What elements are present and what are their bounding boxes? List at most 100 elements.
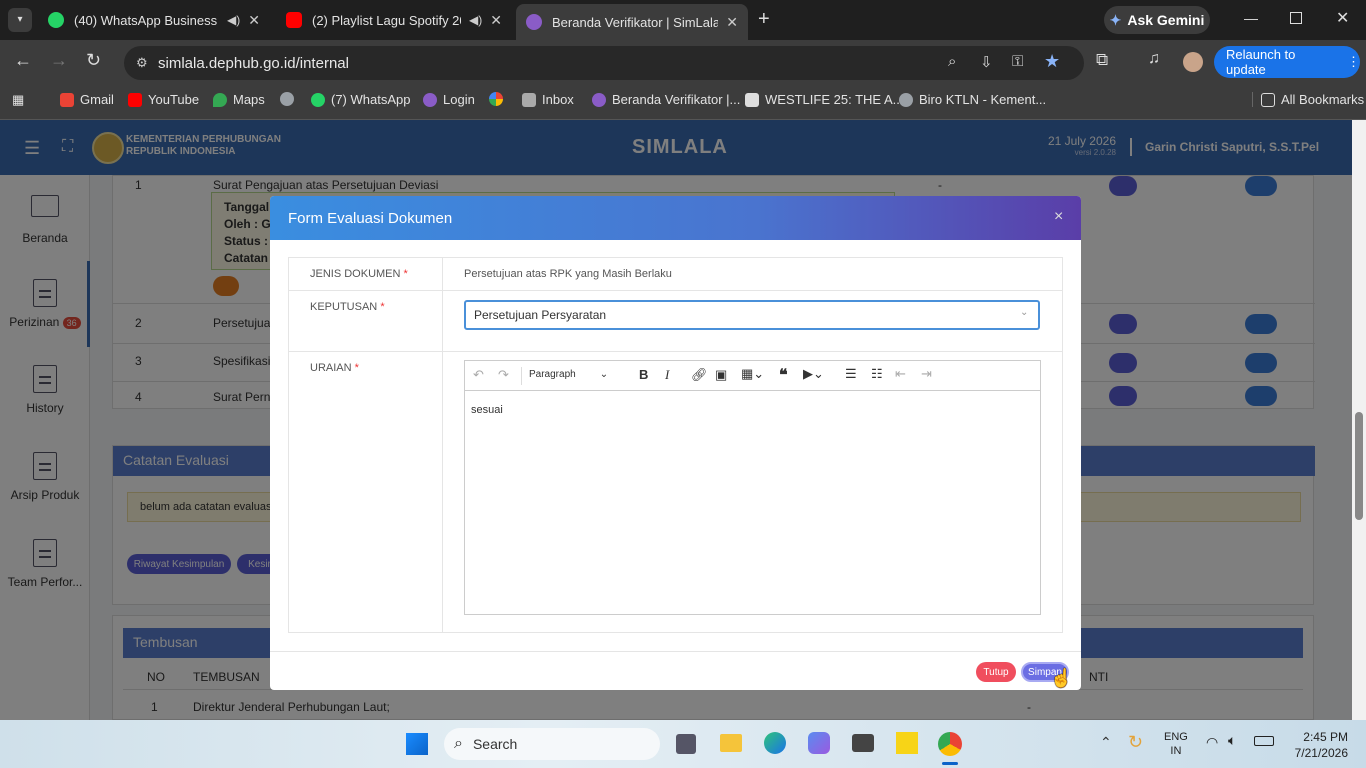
reload-icon[interactable]: ↻ bbox=[86, 50, 101, 71]
bookmark-globe[interactable] bbox=[280, 92, 300, 106]
new-tab-icon[interactable]: + bbox=[758, 8, 770, 31]
tab-label: (2) Playlist Lagu Spotify 202 bbox=[312, 12, 462, 28]
insert-image-icon[interactable]: ▣ bbox=[715, 367, 727, 383]
paragraph-format-dropdown[interactable]: Paragraph ⌄ bbox=[529, 369, 608, 380]
windows-taskbar: ⌕ Search ⌃ ↻ ENG IN ◠ 🔈︎ 2:45 PM 7/21/20… bbox=[0, 720, 1366, 768]
link-icon[interactable]: 🔗︎ bbox=[691, 367, 708, 383]
bookmark-youtube[interactable]: YouTube bbox=[128, 92, 199, 107]
restore-window-icon[interactable] bbox=[1290, 12, 1302, 24]
edge-icon[interactable] bbox=[764, 732, 786, 754]
bold-icon[interactable]: B bbox=[639, 367, 648, 382]
more-menu-icon[interactable]: ⋮ bbox=[1347, 54, 1360, 70]
sync-icon[interactable]: ↻ bbox=[1128, 732, 1143, 753]
italic-icon[interactable]: I bbox=[665, 367, 669, 383]
blockquote-icon[interactable]: ❝ bbox=[779, 365, 788, 385]
browser-tab-bar: ▾ (40) WhatsApp Business ◀) ✕ (2) Playli… bbox=[0, 0, 1366, 40]
clock-time: 2:45 PM bbox=[1303, 730, 1348, 744]
taskbar-search[interactable]: ⌕ Search bbox=[444, 728, 660, 760]
mouse-pointer-icon: ☝ bbox=[1050, 668, 1073, 688]
required-asterisk: * bbox=[354, 362, 359, 374]
gmail-icon bbox=[60, 92, 74, 107]
close-icon[interactable]: × bbox=[1054, 208, 1063, 226]
file-explorer-icon[interactable] bbox=[720, 734, 742, 752]
forward-icon[interactable]: → bbox=[50, 50, 68, 71]
chrome-icon[interactable] bbox=[938, 732, 962, 756]
tutup-button[interactable]: Tutup bbox=[976, 662, 1016, 682]
tab-search-icon[interactable]: ▾ bbox=[8, 8, 32, 32]
volume-icon[interactable]: 🔈︎ bbox=[1228, 732, 1236, 749]
bookmark-biro-ktln[interactable]: Biro KTLN - Kement... bbox=[899, 92, 1046, 107]
copilot-icon[interactable] bbox=[808, 732, 830, 754]
jenis-dokumen-value: Persetujuan atas RPK yang Masih Berlaku bbox=[464, 268, 672, 280]
bookmark-gmail[interactable]: Gmail bbox=[60, 92, 114, 107]
tab-simlala[interactable]: Beranda Verifikator | SimLala ✕ bbox=[516, 4, 748, 40]
apps-grid-icon[interactable]: ▦ bbox=[12, 92, 24, 108]
search-label: Search bbox=[472, 736, 518, 752]
simlala-icon bbox=[526, 14, 542, 30]
show-hidden-icons[interactable]: ⌃ bbox=[1100, 734, 1112, 751]
language-indicator[interactable]: ENG IN bbox=[1164, 730, 1188, 758]
install-app-icon[interactable]: ⇩ bbox=[980, 53, 993, 71]
undo-icon[interactable]: ↶ bbox=[473, 367, 484, 383]
globe-icon bbox=[899, 92, 913, 107]
all-bookmarks[interactable]: All Bookmarks bbox=[1252, 92, 1364, 107]
bookmark-westlife[interactable]: WESTLIFE 25: THE A... bbox=[745, 92, 903, 107]
address-bar[interactable]: ⚙ simlala.dephub.go.id/internal ⌕ ⇩ ⚿ ★ bbox=[124, 46, 1084, 80]
close-tab-icon[interactable]: ✕ bbox=[490, 12, 502, 29]
browser-toolbar: ← → ↻ ⚙ simlala.dephub.go.id/internal ⌕ … bbox=[0, 40, 1366, 84]
sticky-notes-icon[interactable] bbox=[896, 732, 918, 754]
relaunch-button[interactable]: Relaunch to update ⋮ bbox=[1214, 46, 1360, 78]
bookmark-beranda-verifikator[interactable]: Beranda Verifikator |... bbox=[592, 92, 740, 107]
toolbar-separator bbox=[521, 367, 522, 385]
url-text: simlala.dephub.go.id/internal bbox=[158, 54, 349, 72]
camera-icon[interactable] bbox=[852, 734, 874, 752]
speaker-icon[interactable]: ◀) bbox=[469, 13, 482, 27]
language-primary: ENG bbox=[1164, 731, 1188, 743]
tab-label: (40) WhatsApp Business bbox=[74, 12, 218, 28]
bookmark-photos[interactable] bbox=[489, 92, 509, 106]
password-key-icon[interactable]: ⚿ bbox=[1012, 53, 1023, 70]
bookmark-star-icon[interactable]: ★ bbox=[1044, 51, 1060, 72]
site-info-icon[interactable]: ⚙ bbox=[136, 55, 148, 71]
tab-spotify-playlist[interactable]: (2) Playlist Lagu Spotify 202 ◀) ✕ bbox=[276, 0, 512, 40]
media-control-icon[interactable]: ♫ bbox=[1148, 50, 1160, 68]
close-tab-icon[interactable]: ✕ bbox=[248, 12, 260, 29]
windows-start-icon[interactable] bbox=[406, 733, 428, 755]
editor-content-area[interactable]: sesuai bbox=[465, 392, 1040, 614]
youtube-icon bbox=[286, 12, 302, 28]
bookmark-maps[interactable]: Maps bbox=[213, 92, 265, 107]
bookmark-whatsapp[interactable]: (7) WhatsApp bbox=[311, 92, 410, 107]
whatsapp-icon bbox=[311, 92, 325, 107]
format-label: Paragraph bbox=[529, 369, 576, 380]
task-view-icon[interactable] bbox=[676, 734, 696, 754]
bulleted-list-icon[interactable]: ☰ bbox=[845, 366, 857, 382]
battery-icon[interactable] bbox=[1254, 736, 1274, 746]
redo-icon[interactable]: ↷ bbox=[498, 367, 509, 383]
tab-whatsapp[interactable]: (40) WhatsApp Business ◀) ✕ bbox=[38, 0, 270, 40]
insert-table-icon[interactable]: ▦⌄ bbox=[741, 366, 764, 382]
bookmark-inbox[interactable]: Inbox bbox=[522, 92, 574, 107]
close-window-icon[interactable]: ✕ bbox=[1336, 8, 1349, 28]
speaker-icon[interactable]: ◀) bbox=[227, 13, 240, 27]
modal-header: Form Evaluasi Dokumen × bbox=[270, 196, 1081, 240]
minimize-window-icon[interactable]: — bbox=[1244, 10, 1258, 26]
scrollbar-thumb[interactable] bbox=[1355, 412, 1363, 520]
zoom-icon[interactable]: ⌕ bbox=[948, 53, 956, 70]
media-embed-icon[interactable]: ▶⌄ bbox=[803, 366, 824, 382]
page-scrollbar[interactable] bbox=[1352, 120, 1366, 720]
wifi-icon[interactable]: ◠ bbox=[1206, 734, 1218, 751]
profile-avatar[interactable] bbox=[1183, 52, 1203, 72]
close-tab-icon[interactable]: ✕ bbox=[726, 14, 738, 31]
numbered-list-icon[interactable]: ☷ bbox=[871, 366, 883, 382]
keputusan-select[interactable]: Persetujuan Persyaratan ⌄ bbox=[464, 300, 1040, 330]
bookmark-login[interactable]: Login bbox=[423, 92, 475, 107]
active-app-indicator bbox=[942, 762, 958, 765]
clock[interactable]: 2:45 PM 7/21/2026 bbox=[1288, 729, 1348, 761]
back-icon[interactable]: ← bbox=[14, 50, 32, 71]
modal-footer-divider bbox=[270, 651, 1081, 652]
indent-icon[interactable]: ⇥ bbox=[921, 366, 932, 382]
extensions-icon[interactable]: ⧉ bbox=[1096, 50, 1108, 70]
outdent-icon[interactable]: ⇤ bbox=[895, 366, 906, 382]
bookmarks-bar: ▦ Gmail YouTube Maps (7) WhatsApp Login … bbox=[0, 84, 1366, 120]
ask-gemini-button[interactable]: ✦ Ask Gemini bbox=[1104, 6, 1210, 34]
